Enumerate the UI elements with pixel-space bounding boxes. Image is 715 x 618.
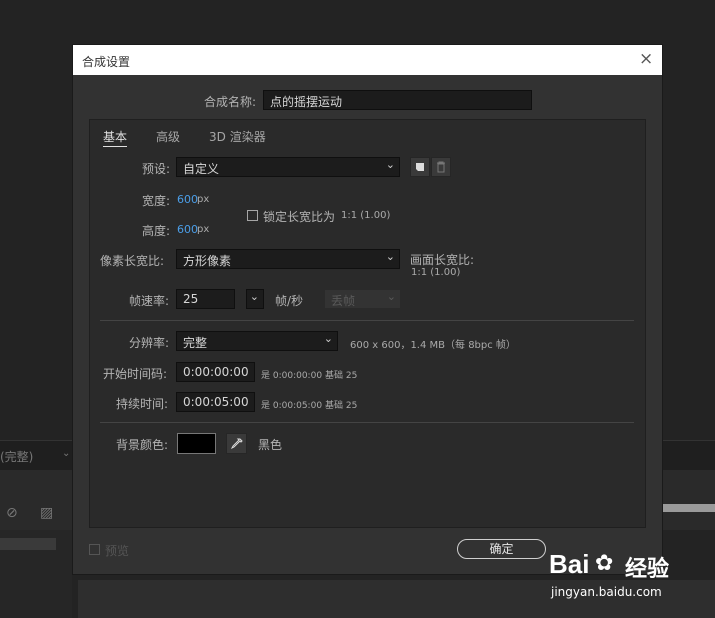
watermark-brand-cn: 经验 bbox=[625, 557, 670, 582]
link-icon[interactable]: ⊘ bbox=[6, 505, 18, 521]
dialog-titlebar: 合成设置 × bbox=[73, 45, 662, 75]
composition-name-input[interactable]: 点的摇摆运动 bbox=[263, 90, 532, 110]
bg-color-name: 黑色 bbox=[258, 438, 283, 452]
chevron-down-icon[interactable]: ⌄ bbox=[62, 448, 70, 459]
frame-rate-input[interactable]: 25 bbox=[176, 289, 235, 309]
chevron-down-icon: ⌄ bbox=[249, 290, 259, 303]
start-timecode-label: 开始时间码: bbox=[103, 367, 168, 381]
drop-frame-value: 丢帧 bbox=[331, 294, 356, 308]
settings-panel: 基本 高级 3D 渲染器 预设: 自定义 ⌄ 宽度: 600 px 高度: 60… bbox=[89, 119, 646, 528]
preset-dropdown[interactable]: 自定义 ⌄ bbox=[176, 157, 400, 177]
close-icon[interactable]: × bbox=[639, 49, 653, 69]
pixel-aspect-label: 像素长宽比: bbox=[100, 254, 165, 268]
duration-label: 持续时间: bbox=[116, 397, 169, 411]
duration-info: 是 0:00:05:00 bbox=[261, 401, 323, 411]
watermark-url: jingyan.baidu.com bbox=[551, 585, 662, 599]
height-unit: px bbox=[197, 224, 210, 235]
preset-value: 自定义 bbox=[183, 162, 220, 176]
paw-icon: ✿ bbox=[595, 551, 614, 576]
frame-rate-unit: 帧/秒 bbox=[275, 294, 304, 308]
divider bbox=[100, 320, 634, 321]
width-unit: px bbox=[197, 194, 210, 205]
lock-aspect-checkbox[interactable] bbox=[247, 210, 258, 221]
duration-input[interactable]: 0:00:05:00 bbox=[176, 392, 255, 412]
start-timecode-info: 是 0:00:00:00 bbox=[261, 371, 323, 381]
tab-basic[interactable]: 基本 bbox=[103, 128, 128, 147]
pixel-aspect-dropdown[interactable]: 方形像素 ⌄ bbox=[176, 249, 400, 269]
frame-aspect-value: 1:1 (1.00) bbox=[411, 267, 461, 278]
app-slider[interactable] bbox=[0, 538, 56, 550]
height-label: 高度: bbox=[142, 224, 171, 238]
frame-rate-label: 帧速率: bbox=[129, 294, 170, 308]
chevron-down-icon: ⌄ bbox=[323, 332, 333, 345]
chevron-down-icon: ⌄ bbox=[385, 158, 395, 171]
resolution-label: 分辨率: bbox=[129, 336, 170, 350]
tab-advanced[interactable]: 高级 bbox=[156, 128, 180, 145]
resolution-status[interactable]: (完整) bbox=[0, 448, 33, 465]
dialog-title: 合成设置 bbox=[82, 55, 131, 69]
preview-checkbox[interactable] bbox=[89, 544, 100, 555]
baidu-jingyan-watermark: Bai ✿ 经验 jingyan.baidu.com bbox=[549, 545, 679, 605]
lock-aspect-label: 锁定长宽比为 bbox=[263, 210, 336, 224]
chevron-down-icon: ⌄ bbox=[386, 290, 396, 303]
bg-color-label: 背景颜色: bbox=[116, 438, 169, 452]
app-scrollbar[interactable] bbox=[662, 504, 715, 512]
watermark-brand: Bai bbox=[549, 549, 590, 579]
height-value[interactable]: 600 bbox=[177, 223, 198, 236]
lock-aspect-ratio: 1:1 (1.00) bbox=[341, 210, 391, 221]
eyedropper-icon[interactable] bbox=[226, 433, 247, 454]
preset-label: 预设: bbox=[142, 162, 171, 176]
delete-preset-icon[interactable] bbox=[431, 157, 451, 177]
width-value[interactable]: 600 bbox=[177, 193, 198, 206]
transparency-grid-icon[interactable]: ▨ bbox=[40, 505, 53, 521]
start-timecode-base: 基础 25 bbox=[325, 371, 358, 381]
tab-3d-renderer[interactable]: 3D 渲染器 bbox=[209, 128, 266, 145]
save-preset-icon[interactable] bbox=[410, 157, 430, 177]
bg-color-swatch[interactable] bbox=[177, 433, 216, 454]
drop-frame-dropdown[interactable]: 丢帧 ⌄ bbox=[324, 289, 401, 309]
resolution-value: 完整 bbox=[183, 336, 208, 350]
frame-rate-dropdown[interactable]: ⌄ bbox=[246, 289, 264, 309]
start-timecode-input[interactable]: 0:00:00:00 bbox=[176, 362, 255, 382]
resolution-info: 600 x 600，1.4 MB（每 8bpc 帧） bbox=[350, 340, 516, 351]
divider bbox=[100, 422, 634, 423]
resolution-dropdown[interactable]: 完整 ⌄ bbox=[176, 331, 338, 351]
composition-settings-dialog: 合成设置 × 合成名称: 点的摇摆运动 基本 高级 3D 渲染器 预设: 自定义… bbox=[72, 44, 663, 575]
width-label: 宽度: bbox=[142, 194, 171, 208]
frame-aspect-label: 画面长宽比: bbox=[410, 253, 475, 267]
duration-base: 基础 25 bbox=[325, 401, 358, 411]
ok-button[interactable]: 确定 bbox=[457, 539, 546, 559]
composition-name-label: 合成名称: bbox=[204, 95, 257, 109]
chevron-down-icon: ⌄ bbox=[385, 250, 395, 263]
preview-label: 预览 bbox=[105, 544, 130, 558]
pixel-aspect-value: 方形像素 bbox=[183, 254, 232, 268]
